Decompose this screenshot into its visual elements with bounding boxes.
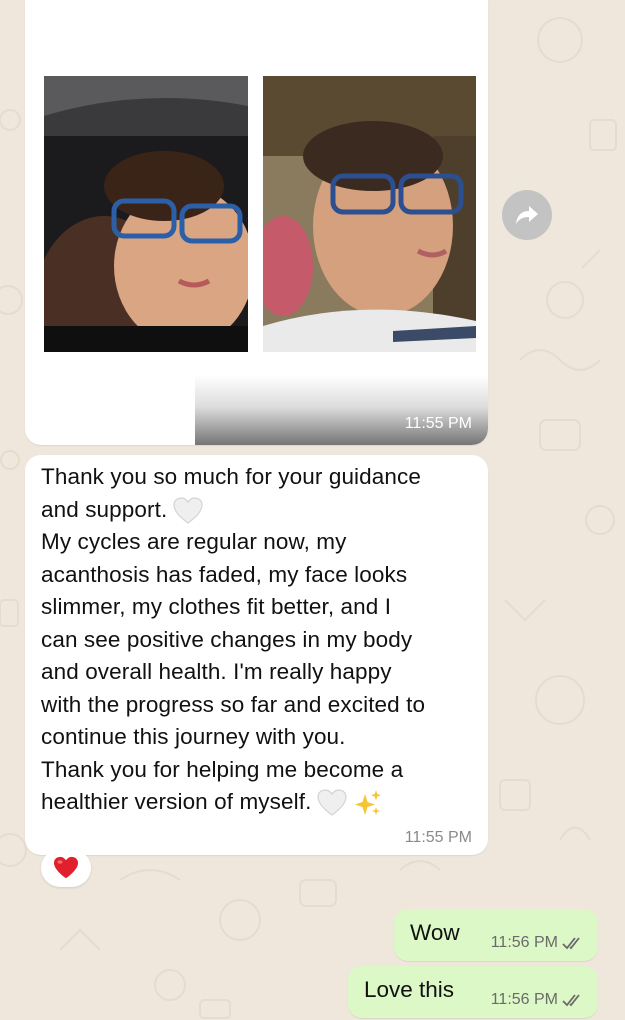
- message-line: Thank you for helping me become a: [41, 756, 404, 782]
- forward-arrow-icon: [516, 206, 538, 224]
- message-line: and overall health. I'm really happy: [41, 659, 392, 684]
- outgoing-message-bubble[interactable]: Wow 11:56 PM: [394, 909, 598, 961]
- message-line: acanthosis has faded, my face looks: [41, 561, 408, 587]
- outgoing-message-text: Love this: [364, 977, 455, 1002]
- message-line: slimmer, my clothes fit better, and I: [41, 594, 392, 619]
- forward-button[interactable]: [502, 190, 552, 240]
- message-line: healthier version of myself.: [41, 789, 312, 814]
- message-line: can see positive changes in my body: [41, 626, 413, 652]
- image-message-bubble[interactable]: 11:55 PM: [25, 0, 488, 445]
- text-message-time: 11:55 PM: [404, 829, 472, 846]
- outgoing-message-text: Wow: [410, 920, 460, 945]
- text-message-bubble[interactable]: Thank you so much for your guidance and …: [25, 455, 488, 855]
- message-line: continue this journey with you.: [41, 724, 346, 749]
- image-message-time: 11:55 PM: [404, 415, 472, 432]
- outgoing-message-bubble[interactable]: Love this 11:56 PM: [348, 966, 598, 1018]
- message-line: and support.: [41, 496, 168, 522]
- message-body: Thank you so much for your guidance and …: [41, 461, 481, 819]
- white-heart-emoji: [173, 496, 203, 524]
- read-double-check-icon: [562, 994, 580, 1007]
- image-time-gradient: [195, 375, 488, 445]
- sparkles-emoji: [355, 790, 382, 816]
- message-line: My cycles are regular now, my: [41, 529, 347, 554]
- read-double-check-icon: [562, 937, 580, 950]
- message-line: with the progress so far and excited to: [41, 691, 426, 717]
- photo-right[interactable]: [263, 76, 476, 352]
- message-line: Thank you so much for your guidance: [41, 464, 421, 489]
- white-heart-emoji: [317, 789, 348, 816]
- red-heart-emoji: [54, 856, 78, 879]
- message-reaction[interactable]: [41, 849, 91, 887]
- outgoing-message-time: 11:56 PM: [490, 934, 558, 951]
- photo-left[interactable]: [44, 76, 248, 352]
- outgoing-message-time: 11:56 PM: [490, 991, 558, 1008]
